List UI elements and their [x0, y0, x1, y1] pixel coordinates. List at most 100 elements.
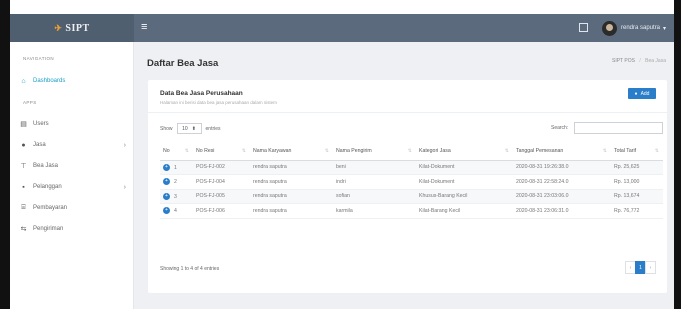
cell-value: 3 [174, 193, 177, 200]
sidebar-item-bea-jasa[interactable]: ⊤ Bea Jasa [18, 159, 130, 173]
sort-icon: ⇅ [407, 147, 412, 154]
search-label: Search: [551, 125, 569, 131]
sort-icon: ⇅ [504, 147, 509, 154]
sidebar-item-pengiriman[interactable]: ⇆ Pengiriman [18, 222, 130, 236]
top-navbar: ✈ SIPT ≡ rendra saputra ▾ [10, 14, 674, 42]
column-label: Total Tarif [614, 147, 637, 154]
cell-nama-karyawan: rendra saputra [250, 174, 333, 190]
sidebar-item-label: Dashboards [33, 78, 66, 84]
sidebar-item-dashboards[interactable]: ⌂ Dashboards [18, 74, 130, 88]
user-menu[interactable]: rendra saputra ▾ [602, 19, 666, 37]
cell-total-tarif: Rp. 25,625 [611, 160, 663, 175]
sort-icon: ⇅ [241, 147, 246, 154]
chevron-right-icon: › [123, 141, 126, 149]
column-header-total-tarif[interactable]: Total Tarif ⇅ [611, 142, 663, 161]
add-button[interactable]: ● Add [628, 88, 656, 99]
sidebar-item-label: Users [33, 121, 49, 127]
pagination: ‹ 1 › [625, 261, 656, 274]
cell-no: +2 [160, 174, 193, 190]
column-label: Tanggal Pemesanan [516, 147, 564, 154]
plus-circle-icon: ● [634, 90, 638, 97]
entries-label: entries [205, 125, 221, 132]
cell-no-resi: POS-FJ-005 [193, 189, 250, 204]
sidebar-item-label: Pengiriman [33, 226, 64, 232]
user-name: rendra saputra [621, 25, 661, 31]
sidebar-item-jasa[interactable]: ● Jasa › [18, 138, 130, 152]
sidebar-item-label: Pembayaran [33, 205, 68, 211]
home-icon: ⌂ [21, 77, 26, 85]
table-row[interactable]: +3 POS-FJ-005 rendra saputra sofian Khus… [160, 189, 663, 204]
sidebar-item-pembayaran[interactable]: ⌸ Pembayaran [18, 201, 130, 215]
sidebar-item-label: Jasa [33, 142, 46, 148]
cell-kategori-jasa: Khusus-Barang Kecil [416, 189, 513, 204]
table-info: Showing 1 to 4 of 4 entries [160, 266, 220, 272]
users-icon: ● [21, 141, 26, 149]
column-header-tanggal-pemesanan[interactable]: Tanggal Pemesanan ⇅ [513, 142, 611, 161]
table-row[interactable]: +2 POS-FJ-004 rendra saputra indri Kilat… [160, 174, 663, 190]
notebook-icon: ▪ [22, 183, 25, 191]
sort-icon: ⇅ [602, 147, 607, 154]
chevron-updown-icon: ⬍ [191, 125, 196, 132]
add-button-label: Add [640, 90, 650, 97]
sidebar-item-users[interactable]: ▤ Users [18, 117, 130, 131]
cell-nama-pengirim: sofian [333, 189, 416, 204]
fullscreen-icon[interactable] [579, 23, 588, 32]
brand-logo[interactable]: ✈ SIPT [10, 14, 134, 42]
column-label: Nama Karyawan [253, 147, 292, 154]
sidebar-item-pelanggan[interactable]: ▪ Pelanggan › [18, 180, 130, 194]
cell-no-resi: POS-FJ-004 [193, 174, 250, 190]
cart-icon: ⊤ [20, 163, 27, 170]
table-row[interactable]: +4 POS-FJ-006 rendra saputra karmila Kil… [160, 203, 663, 219]
cell-no: +3 [160, 189, 193, 204]
cell-no-resi: POS-FJ-006 [193, 203, 250, 219]
cell-total-tarif: Rp. 13,674 [611, 189, 663, 204]
pagination-next-button[interactable]: › [645, 261, 656, 274]
data-card: Data Bea Jasa Perusahaan Halaman ini ber… [148, 80, 667, 293]
page-length-control: Show 10 ⬍ entries [160, 123, 221, 134]
column-label: No Resi [196, 147, 215, 154]
delivery-icon: ⇆ [20, 226, 27, 233]
page-length-select[interactable]: 10 ⬍ [176, 123, 202, 134]
search-input[interactable] [574, 122, 663, 134]
column-header-no-resi[interactable]: No Resi ⇅ [193, 142, 250, 161]
right-window-edge [674, 0, 681, 309]
card-title: Data Bea Jasa Perusahaan [160, 90, 243, 97]
cell-value: 2 [174, 179, 177, 186]
hamburger-menu-icon[interactable]: ≡ [141, 22, 152, 33]
cell-no: +1 [160, 160, 193, 175]
column-header-kategori-jasa[interactable]: Kategori Jasa ⇅ [416, 142, 513, 161]
cell-total-tarif: Rp. 76,772 [611, 203, 663, 219]
cell-no-resi: POS-FJ-002 [193, 160, 250, 175]
cell-nama-pengirim: indri [333, 174, 416, 190]
cell-value: 4 [174, 208, 177, 215]
cell-no: +4 [160, 203, 193, 219]
chevron-right-icon: › [123, 183, 126, 191]
table-row[interactable]: +1 POS-FJ-002 rendra saputra beni Kilat-… [160, 160, 663, 175]
expand-row-icon[interactable]: + [163, 178, 170, 186]
expand-row-icon[interactable]: + [163, 207, 170, 215]
left-window-edge [0, 0, 10, 309]
page-length-value: 10 [182, 125, 188, 132]
cell-total-tarif: Rp. 13,000 [611, 174, 663, 190]
show-label: Show [160, 125, 173, 132]
column-header-nama-karyawan[interactable]: Nama Karyawan ⇅ [250, 142, 333, 161]
cell-value: 1 [174, 164, 177, 171]
sort-icon: ⇅ [324, 147, 329, 154]
breadcrumb: SIPT POS / Bea Jasa [612, 58, 666, 64]
sidebar-section-apps: APPS [23, 100, 37, 105]
sidebar-item-label: Bea Jasa [33, 163, 59, 169]
column-header-no[interactable]: No ⇅ [160, 142, 193, 161]
chevron-down-icon: ▾ [663, 25, 667, 32]
cell-nama-karyawan: rendra saputra [250, 189, 333, 204]
cell-tanggal-pemesanan: 2020-08-31 23:03:06.0 [513, 189, 611, 204]
expand-row-icon[interactable]: + [163, 163, 170, 171]
column-label: No [163, 147, 170, 154]
main-content: Daftar Bea Jasa SIPT POS / Bea Jasa Data… [134, 42, 674, 309]
expand-row-icon[interactable]: + [163, 192, 170, 200]
column-header-nama-pengirim[interactable]: Nama Pengirim ⇅ [333, 142, 416, 161]
breadcrumb-item-home[interactable]: SIPT POS [612, 58, 635, 64]
bea-jasa-table: No ⇅ No Resi ⇅ Nama Karyawan ⇅ Nama Pengiri… [160, 142, 663, 219]
breadcrumb-separator: / [639, 58, 641, 64]
cell-nama-karyawan: rendra saputra [250, 203, 333, 219]
table-header-row: No ⇅ No Resi ⇅ Nama Karyawan ⇅ Nama Pengiri… [160, 142, 663, 161]
